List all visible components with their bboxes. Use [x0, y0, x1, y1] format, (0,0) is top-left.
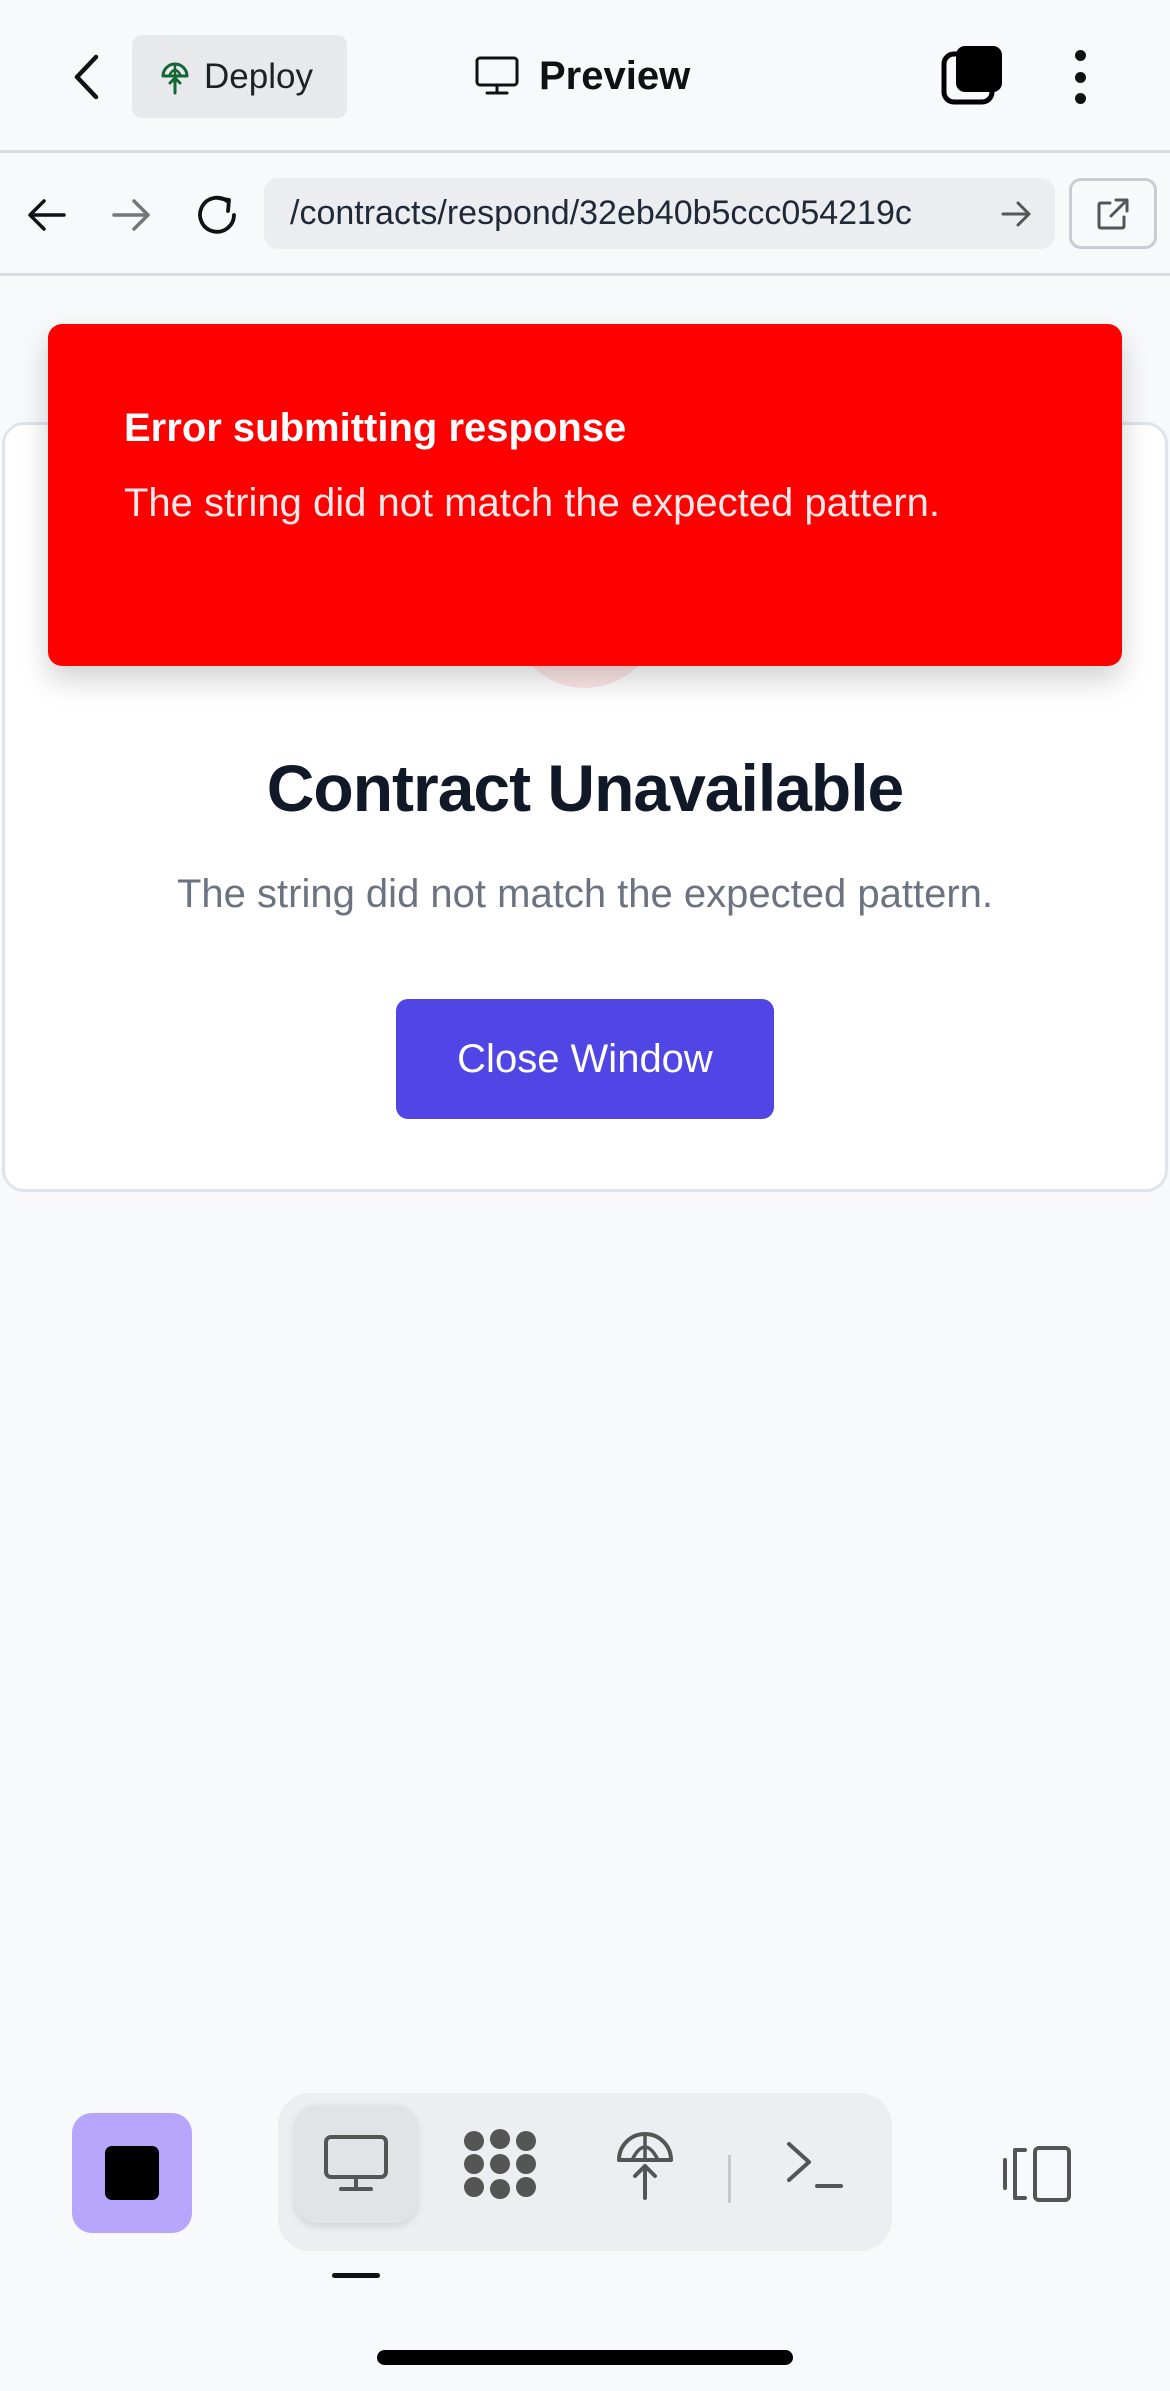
toggle-panel-button[interactable]: [998, 2134, 1078, 2214]
dock-preview-button[interactable]: [295, 2105, 417, 2223]
home-indicator: [377, 2350, 793, 2365]
arrow-right-icon: [112, 199, 150, 231]
dot-icon: [1074, 71, 1086, 83]
tabs-button[interactable]: [940, 42, 1006, 108]
card-message: The string did not match the expected pa…: [176, 872, 994, 916]
toast-title: Error submitting response: [124, 406, 627, 450]
app-header: Deploy Preview: [0, 0, 1170, 153]
open-external-button[interactable]: [1069, 178, 1157, 249]
dock-workflow-button[interactable]: [439, 2105, 561, 2223]
external-link-icon: [1097, 198, 1129, 229]
reload-icon: [198, 195, 236, 234]
deploy-button[interactable]: Deploy: [132, 35, 347, 118]
workflow-icon: [464, 2129, 536, 2199]
view-switcher: [278, 2093, 892, 2251]
dot-icon: [1074, 93, 1086, 104]
active-tab-indicator: [332, 2273, 380, 2278]
close-window-button[interactable]: Close Window: [396, 999, 774, 1119]
go-arrow-icon[interactable]: [999, 196, 1035, 232]
monitor-icon: [324, 2135, 388, 2191]
dock-deploy-button[interactable]: [584, 2105, 706, 2223]
dot-icon: [1074, 50, 1086, 61]
page-title-text: Preview: [539, 53, 691, 98]
url-text: /contracts/respond/32eb40b5ccc054219c: [290, 194, 912, 232]
chevron-left-icon: [74, 54, 99, 100]
reload-button[interactable]: [190, 188, 244, 242]
toast-message: The string did not match the expected pa…: [124, 481, 941, 525]
deploy-icon: [617, 2132, 673, 2200]
deploy-icon: [161, 62, 189, 94]
browser-back-button[interactable]: [20, 188, 74, 242]
back-button[interactable]: [62, 50, 110, 104]
error-toast[interactable]: Error submitting response The string did…: [48, 324, 1122, 666]
tabs-icon: [941, 46, 1002, 105]
more-options-button[interactable]: [1060, 42, 1100, 112]
deploy-label: Deploy: [204, 56, 313, 96]
dock-separator: [728, 2155, 731, 2203]
url-input[interactable]: /contracts/respond/32eb40b5ccc054219c: [264, 178, 1055, 249]
stop-icon: [105, 2146, 159, 2200]
dock-terminal-button[interactable]: [754, 2105, 876, 2223]
monitor-icon: [475, 56, 519, 95]
side-panel-icon: [1003, 2146, 1071, 2202]
browser-toolbar: /contracts/respond/32eb40b5ccc054219c: [0, 156, 1170, 276]
terminal-icon: [787, 2142, 843, 2188]
arrow-left-icon: [28, 199, 66, 231]
browser-forward-button[interactable]: [104, 188, 158, 242]
bottom-toolbar: [0, 2080, 1170, 2391]
page-title: Preview: [475, 46, 690, 106]
card-title: Contract Unavailable: [266, 751, 905, 825]
stop-button[interactable]: [72, 2113, 192, 2233]
